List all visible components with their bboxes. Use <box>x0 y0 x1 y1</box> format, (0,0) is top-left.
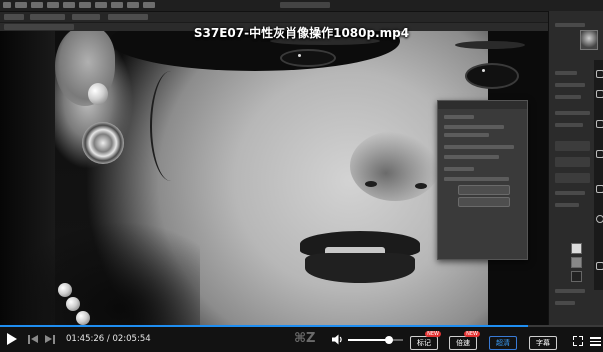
next-icon[interactable] <box>45 335 59 344</box>
previous-icon[interactable] <box>28 335 42 344</box>
speed-label: 倍速 <box>456 339 470 347</box>
volume-icon[interactable] <box>332 334 344 345</box>
volume-slider-knob[interactable] <box>385 336 394 344</box>
video-title: S37E07-中性灰肖像操作1080p.mp4 <box>193 26 410 40</box>
volume-slider-fill <box>348 339 390 341</box>
time-total: 02:05:54 <box>112 334 151 344</box>
speed-button[interactable]: 倍速 NEW <box>449 331 480 350</box>
tool-icon <box>596 150 603 158</box>
player-controls: 01:45:26 / 02:05:54 ⌘Z 标记 NEW 倍速 NEW 超清 … <box>0 327 603 352</box>
tool-icon <box>596 215 603 223</box>
tool-icon <box>596 185 603 193</box>
play-icon[interactable] <box>7 333 17 345</box>
watermark: ⌘Z <box>294 331 316 346</box>
bookmark-new-badge: NEW <box>425 331 441 337</box>
tool-icon <box>596 70 603 78</box>
fullscreen-icon[interactable] <box>573 336 583 346</box>
time-separator: / <box>106 334 110 344</box>
ps-options-bar <box>0 12 603 22</box>
quality-button[interactable]: 超清 <box>489 336 517 350</box>
bookmark-label: 标记 <box>417 339 431 347</box>
ps-adjustment-dialog <box>437 100 528 260</box>
bookmark-button[interactable]: 标记 NEW <box>410 331 441 350</box>
tool-icon <box>596 120 603 128</box>
ps-menubar <box>0 0 603 12</box>
tool-icon <box>596 262 603 270</box>
time-display: 01:45:26 / 02:05:54 <box>66 334 151 344</box>
time-current: 01:45:26 <box>66 334 105 344</box>
tool-icon <box>596 90 603 98</box>
subtitle-label: 字幕 <box>536 339 550 347</box>
menu-icon[interactable] <box>590 336 601 346</box>
subtitle-button[interactable]: 字幕 <box>529 336 557 350</box>
volume-slider[interactable] <box>348 336 403 344</box>
video-player: S37E07-中性灰肖像操作1080p.mp4 01:45:26 / 02:05… <box>0 0 603 352</box>
quality-label: 超清 <box>496 339 510 347</box>
speed-new-badge: NEW <box>464 331 480 337</box>
